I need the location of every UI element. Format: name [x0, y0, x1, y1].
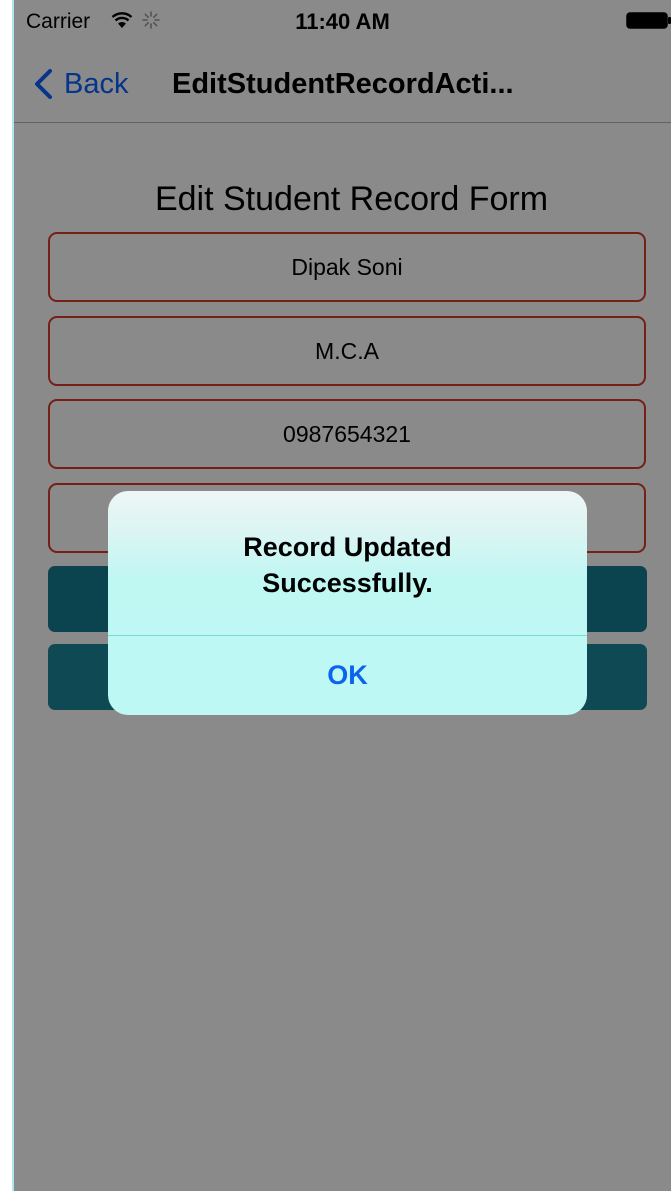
alert-ok-button[interactable]: OK [108, 636, 587, 715]
alert-message-line2: Successfully. [262, 568, 433, 598]
window-edge [0, 0, 14, 1191]
alert-message: Record Updated Successfully. [108, 529, 587, 601]
alert-dialog: Record Updated Successfully. OK [108, 491, 587, 715]
app-view: Carrier 11:40 AM Back EditStudentRecordA… [14, 0, 671, 1191]
phone-screen: Carrier 11:40 AM Back EditStudentRecordA… [0, 0, 671, 1191]
alert-message-line1: Record Updated [243, 532, 452, 562]
